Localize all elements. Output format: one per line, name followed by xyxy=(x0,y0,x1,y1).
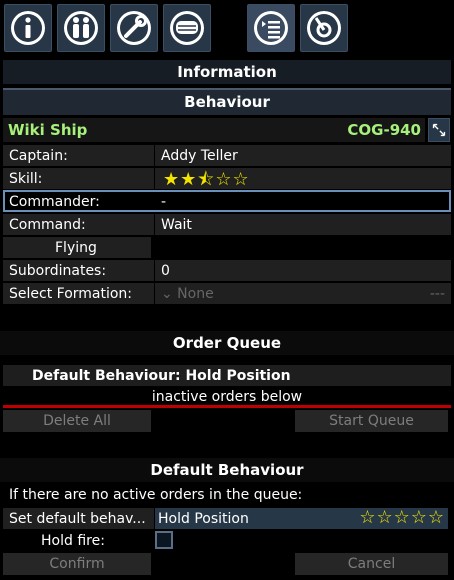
formation-label: Select Formation: xyxy=(9,286,133,302)
default-behaviour-dropdown[interactable]: Hold Position ☆☆☆☆☆ xyxy=(155,507,448,529)
tab-info[interactable] xyxy=(4,4,52,52)
set-default-behaviour-row: Set default behav... xyxy=(3,508,154,529)
ship-name: Wiki Ship xyxy=(8,121,88,139)
behaviour-list-icon xyxy=(254,11,288,45)
tab-bar xyxy=(0,0,454,60)
skill-label: Skill: xyxy=(9,171,43,187)
command-row: Command: Wait xyxy=(3,214,451,235)
captain-label: Captain: xyxy=(9,148,68,164)
subordinates-label: Subordinates: xyxy=(9,263,107,279)
set-default-label: Set default behav... xyxy=(9,511,146,527)
commander-value: - xyxy=(161,194,167,210)
cancel-button[interactable]: Cancel xyxy=(295,553,448,575)
crew-icon xyxy=(64,11,98,45)
command-value: Wait xyxy=(161,217,192,233)
hold-fire-label: Hold fire: xyxy=(41,533,105,549)
commander-row[interactable]: Commander: - xyxy=(3,190,451,212)
expand-icon xyxy=(432,123,446,137)
information-header: Information xyxy=(3,60,451,84)
delete-all-button[interactable]: Delete All xyxy=(3,410,151,432)
start-queue-button[interactable]: Start Queue xyxy=(295,410,448,432)
tab-behaviour[interactable] xyxy=(247,4,295,52)
captain-value: Addy Teller xyxy=(161,148,238,164)
queue-divider xyxy=(3,405,451,408)
tab-repair[interactable] xyxy=(110,4,158,52)
ship-title-bar: Wiki Ship COG-940 xyxy=(3,118,425,142)
hold-fire-checkbox[interactable] xyxy=(155,531,173,549)
status-row: Flying xyxy=(3,237,151,258)
behaviour-header: Behaviour xyxy=(3,88,451,115)
formation-row: Select Formation: ⌄ None --- xyxy=(3,283,451,304)
order-queue-default-behaviour: Default Behaviour: Hold Position xyxy=(3,365,451,386)
command-label: Command: xyxy=(9,217,86,233)
order-queue-title: Order Queue xyxy=(0,331,454,355)
cargo-icon xyxy=(170,11,204,45)
formation-select[interactable]: ⌄ None xyxy=(161,284,214,304)
wrench-icon xyxy=(117,11,151,45)
tab-target[interactable] xyxy=(300,4,348,52)
captain-row: Captain: Addy Teller xyxy=(3,145,451,166)
default-behaviour-stars: ☆☆☆☆☆ xyxy=(359,507,445,528)
formation-select-suffix: --- xyxy=(429,286,445,302)
expand-button[interactable] xyxy=(428,118,450,142)
default-behaviour-note: If there are no active orders in the que… xyxy=(9,487,303,503)
default-behaviour-label: Default Behaviour: Hold Position xyxy=(32,368,291,384)
subordinates-value: 0 xyxy=(161,263,170,279)
info-icon xyxy=(11,11,45,45)
default-behaviour-selected: Hold Position xyxy=(158,511,249,527)
skill-row: Skill: ★★⯪☆☆ xyxy=(3,168,451,190)
target-icon xyxy=(307,11,341,45)
inactive-orders-text: inactive orders below xyxy=(151,389,303,405)
default-behaviour-title: Default Behaviour xyxy=(0,458,454,482)
commander-label: Commander: xyxy=(9,194,100,210)
tab-crew[interactable] xyxy=(57,4,105,52)
confirm-button[interactable]: Confirm xyxy=(3,553,151,575)
ship-id: COG-940 xyxy=(347,121,421,139)
tab-cargo[interactable] xyxy=(163,4,211,52)
subordinates-row: Subordinates: 0 xyxy=(3,260,451,281)
status-text: Flying xyxy=(55,240,97,256)
